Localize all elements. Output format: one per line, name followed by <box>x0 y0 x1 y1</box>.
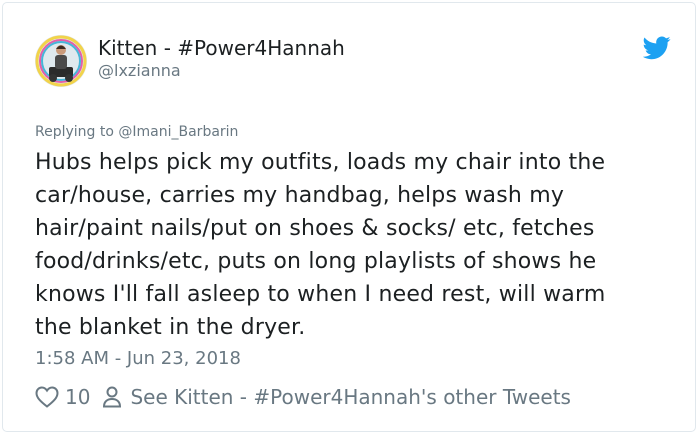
heart-icon[interactable] <box>35 386 59 408</box>
tweet-text-line: car/house, carries my handbag, helps was… <box>35 183 565 208</box>
twitter-bird-icon[interactable] <box>642 36 671 60</box>
replying-mention-link[interactable]: @Imani_Barbarin <box>118 124 238 140</box>
author-avatar[interactable] <box>35 35 87 87</box>
tweet-card: Kitten - #Power4Hannah @lxzianna Replyin… <box>2 2 696 432</box>
other-tweets-link[interactable]: See Kitten - #Power4Hannah's other Tweet… <box>130 385 571 409</box>
avatar-image <box>35 35 87 87</box>
tweet-text: Hubs helps pick my outfits, loads my cha… <box>35 146 665 344</box>
tweet-timestamp[interactable]: 1:58 AM - Jun 23, 2018 <box>35 348 241 370</box>
tweet-text-line: hair/paint nails/put on shoes & socks/ e… <box>35 216 595 241</box>
tweet-text-line: the blanket in the dryer. <box>35 315 306 340</box>
like-count[interactable]: 10 <box>65 385 90 409</box>
tweet-text-line: food/drinks/etc, puts on long playlists … <box>35 249 597 274</box>
replying-to: Replying to @Imani_Barbarin <box>35 123 238 141</box>
author-handle[interactable]: @lxzianna <box>98 61 181 81</box>
author-name[interactable]: Kitten - #Power4Hannah <box>98 35 345 61</box>
tweet-text-line: Hubs helps pick my outfits, loads my cha… <box>35 150 606 175</box>
replying-prefix: Replying to <box>35 124 119 140</box>
tweet-text-line: knows I'll fall asleep to when I need re… <box>35 282 606 307</box>
tweet-actions: 10 See Kitten - #Power4Hannah's other Tw… <box>35 383 571 411</box>
person-icon <box>102 386 122 408</box>
